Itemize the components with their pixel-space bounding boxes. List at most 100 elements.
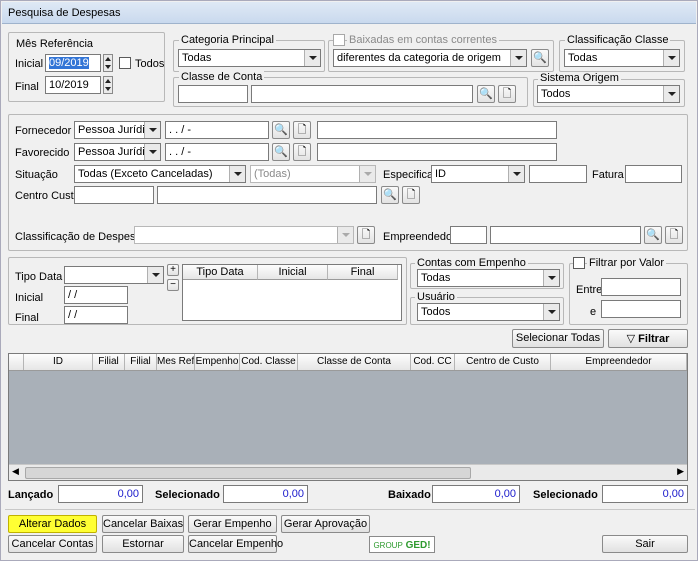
fornecedor-tipo-select[interactable]: Pessoa Jurídica — [74, 121, 161, 139]
results-grid-header: ID Filial Filial Mes Ref. Empenho Cod. C… — [9, 354, 687, 371]
mes-inicial-spinner[interactable] — [103, 54, 113, 72]
empreendedor-search-icon[interactable]: 🔍 — [644, 226, 662, 244]
inicial-label: Inicial — [15, 58, 44, 70]
sistema-origem-select[interactable]: Todos — [537, 85, 680, 103]
centro-custo-search-icon[interactable]: 🔍 — [381, 186, 399, 204]
col-mes-ref[interactable]: Mes Ref. — [157, 354, 195, 370]
col-empreendedor[interactable]: Empreendedor — [551, 354, 687, 370]
favorecido-tipo-select[interactable]: Pessoa Jurídica — [74, 143, 161, 161]
selecionar-todas-button[interactable]: Selecionar Todas — [512, 329, 604, 348]
col-centro-custo[interactable]: Centro de Custo — [455, 354, 551, 370]
contas-empenho-select[interactable]: Todas — [417, 269, 560, 287]
favorecido-doc-input[interactable]: . . / - — [165, 143, 269, 161]
fornecedor-new-icon[interactable]: 🗋 — [293, 121, 311, 139]
mes-final-spinner[interactable] — [103, 76, 113, 94]
cancelar-baixas-button[interactable]: Cancelar Baixas — [102, 515, 184, 533]
sair-button[interactable]: Sair — [602, 535, 688, 553]
baixadas-search-icon[interactable]: 🔍 — [531, 49, 549, 67]
empreendedor-new-icon[interactable]: 🗋 — [665, 226, 683, 244]
classificacao-despesas-new-icon[interactable]: 🗋 — [357, 226, 375, 244]
centro-custo-label: Centro Custo — [15, 190, 80, 202]
tipo-data-remove-icon[interactable]: − — [167, 279, 179, 291]
final-label: Final — [15, 81, 39, 93]
valor-e-input[interactable] — [601, 300, 681, 318]
alterar-dados-button[interactable]: Alterar Dados — [8, 515, 97, 533]
col-id[interactable]: ID — [24, 354, 93, 370]
scroll-thumb[interactable] — [25, 467, 471, 479]
situacao-label: Situação — [15, 169, 58, 181]
classe-conta-search-icon[interactable]: 🔍 — [477, 85, 495, 103]
fornecedor-doc-input[interactable]: . . / - — [165, 121, 269, 139]
tipo-data-add-icon[interactable]: + — [167, 264, 179, 276]
valor-entre-input[interactable] — [601, 278, 681, 296]
entre-label: Entre — [576, 284, 603, 296]
situacao-sub-select[interactable]: (Todas) — [250, 165, 376, 183]
results-grid-scrollbar[interactable]: ◀ ▶ — [9, 464, 687, 480]
usuario-select[interactable]: Todos — [417, 303, 560, 321]
gerar-empenho-button[interactable]: Gerar Empenho — [188, 515, 277, 533]
selecionado2-label: Selecionado — [533, 489, 598, 501]
usuario-legend: Usuário — [415, 291, 457, 303]
especificar-value-input[interactable] — [529, 165, 587, 183]
separator — [5, 509, 695, 510]
e-label: e — [590, 306, 597, 318]
categoria-principal-select[interactable]: Todas — [178, 49, 321, 67]
situacao-select[interactable]: Todas (Exceto Canceladas) — [74, 165, 246, 183]
mes-inicial-input[interactable]: 09/2019 — [45, 54, 101, 72]
window-title: Pesquisa de Despesas — [2, 2, 696, 24]
fornecedor-name-input[interactable] — [317, 121, 557, 139]
empreendedor-name-input[interactable] — [490, 226, 641, 244]
col-filial[interactable]: Filial — [93, 354, 125, 370]
tipo-data-inicial-input[interactable]: / / — [64, 286, 128, 304]
empreendedor-label: Empreendedor — [383, 231, 456, 243]
fatura-input[interactable] — [625, 165, 682, 183]
col-filial-2[interactable]: Filial — [125, 354, 157, 370]
scroll-left-icon[interactable]: ◀ — [12, 466, 19, 477]
tipo-data-select[interactable] — [64, 266, 164, 284]
favorecido-label: Favorecido — [15, 147, 70, 159]
fornecedor-label: Fornecedor — [15, 125, 72, 137]
baixado-label: Baixado — [388, 489, 431, 501]
filtrar-valor-legend: Filtrar por Valor — [587, 257, 666, 269]
contas-empenho-legend: Contas com Empenho — [415, 257, 528, 269]
filter-icon: ▽ — [626, 333, 636, 345]
favorecido-search-icon[interactable]: 🔍 — [272, 143, 290, 161]
tipo-data-col-tipo: Tipo Data — [183, 265, 258, 280]
favorecido-new-icon[interactable]: 🗋 — [293, 143, 311, 161]
estornar-button[interactable]: Estornar — [102, 535, 184, 553]
empreendedor-code-input[interactable] — [450, 226, 487, 244]
classe-conta-legend: Classe de Conta — [179, 71, 265, 83]
cancelar-empenho-button[interactable]: Cancelar Empenho — [188, 535, 283, 553]
especificar-select[interactable]: ID — [431, 165, 525, 183]
centro-custo-new-icon[interactable]: 🗋 — [402, 186, 420, 204]
baixadas-select[interactable]: diferentes da categoria de origem — [333, 49, 527, 67]
col-cod-classe[interactable]: Cod. Classe — [240, 354, 298, 370]
classe-conta-new-icon[interactable]: 🗋 — [498, 85, 516, 103]
centro-custo-name-input[interactable] — [157, 186, 377, 204]
gerar-aprovacao-button[interactable]: Gerar Aprovação — [281, 515, 370, 533]
selecionado-value: 0,00 — [223, 485, 308, 503]
favorecido-name-input[interactable] — [317, 143, 557, 161]
fornecedor-search-icon[interactable]: 🔍 — [272, 121, 290, 139]
todos-checkbox[interactable] — [119, 57, 131, 69]
col-select[interactable] — [9, 354, 24, 370]
col-cod-cc[interactable]: Cod. CC — [411, 354, 455, 370]
results-grid[interactable]: ID Filial Filial Mes Ref. Empenho Cod. C… — [8, 353, 688, 481]
filtrar-valor-checkbox[interactable] — [573, 257, 585, 269]
col-empenho[interactable]: Empenho — [195, 354, 240, 370]
mes-final-input[interactable]: 10/2019 — [45, 76, 101, 94]
tipo-data-table[interactable]: Tipo Data Inicial Final — [182, 264, 402, 321]
classe-conta-code-input[interactable] — [178, 85, 248, 103]
tipo-data-final-input[interactable]: / / — [64, 306, 128, 324]
classe-conta-name-input[interactable] — [251, 85, 473, 103]
scroll-right-icon[interactable]: ▶ — [677, 466, 684, 477]
baixadas-checkbox[interactable] — [333, 34, 345, 46]
cancelar-contas-button[interactable]: Cancelar Contas — [8, 535, 97, 553]
classificacao-despesas-select[interactable] — [134, 226, 354, 244]
filtrar-label: Filtrar — [638, 333, 670, 345]
filtrar-button[interactable]: ▽ Filtrar — [608, 329, 688, 348]
classificacao-classe-select[interactable]: Todas — [564, 49, 680, 67]
col-classe-conta[interactable]: Classe de Conta — [298, 354, 411, 370]
centro-custo-code-input[interactable] — [74, 186, 154, 204]
sistema-origem-legend: Sistema Origem — [538, 72, 621, 84]
